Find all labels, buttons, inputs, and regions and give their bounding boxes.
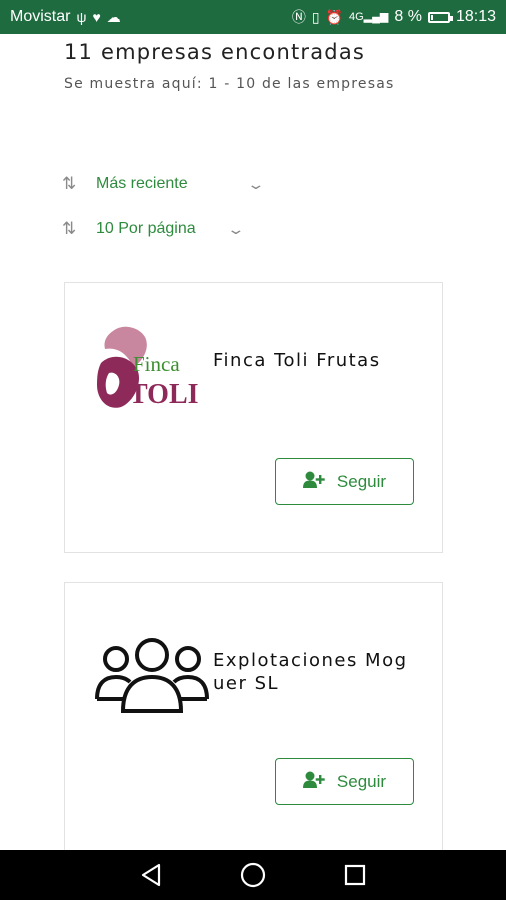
signal-icon: 4G▂▄▆	[348, 10, 389, 23]
company-card[interactable]: Explotaciones Moguer SL Seguir	[64, 582, 443, 850]
results-subtitle: Se muestra aquí: 1 - 10 de las empresas	[64, 76, 395, 92]
recents-button[interactable]	[335, 855, 375, 895]
per-page-dropdown[interactable]: ⇅ 10 Por página ⌄	[62, 219, 246, 239]
status-right: Ⓝ ▯ ⏰ 4G▂▄▆ 8 % 18:13	[292, 8, 496, 26]
home-icon	[240, 862, 266, 888]
sort-icon: ⇅	[62, 174, 77, 193]
follow-label: Seguir	[336, 471, 387, 491]
back-button[interactable]	[131, 855, 171, 895]
home-button[interactable]	[233, 855, 273, 895]
network-type: 4G	[348, 10, 364, 23]
add-user-icon	[302, 471, 325, 492]
company-name[interactable]: Explotaciones Moguer SL	[213, 649, 413, 695]
battery-percent: 8 %	[394, 8, 422, 25]
chevron-down-icon: ⌄	[246, 175, 266, 192]
finca-toli-logo: Finca TOLI	[93, 323, 211, 419]
follow-button[interactable]: Seguir	[275, 458, 414, 505]
status-bar: Movistar ψ ♥ ☁ Ⓝ ▯ ⏰ 4G▂▄▆ 8 % 18:13	[0, 0, 506, 34]
back-icon	[141, 863, 161, 887]
vibrate-icon: ▯	[311, 9, 320, 25]
company-name[interactable]: Finca Toli Frutas	[213, 349, 413, 372]
alarm-icon: ⏰	[325, 9, 343, 25]
follow-button[interactable]: Seguir	[275, 758, 414, 805]
sort-icon: ⇅	[62, 219, 77, 238]
per-page-label: 10 Por página	[96, 220, 196, 237]
clock: 18:13	[455, 8, 496, 25]
chevron-down-icon: ⌄	[226, 220, 246, 237]
sort-dropdown[interactable]: ⇅ Más reciente ⌄	[62, 174, 266, 194]
status-left: Movistar ψ ♥ ☁	[10, 8, 121, 26]
logo-text-bottom: TOLI	[129, 379, 199, 410]
add-user-icon	[302, 771, 325, 792]
battery-icon	[427, 11, 453, 23]
follow-label: Seguir	[336, 771, 387, 791]
results-title: 11 empresas encontradas	[64, 40, 366, 64]
usb-icon: ψ	[76, 9, 87, 25]
group-placeholder-icon	[93, 635, 211, 715]
company-card[interactable]: Finca TOLI Finca Toli Frutas Seguir	[64, 282, 443, 553]
nfc-icon: Ⓝ	[291, 9, 306, 25]
carrier-label: Movistar	[10, 8, 71, 25]
main-content: 11 empresas encontradas Se muestra aquí:…	[0, 34, 506, 850]
sort-label: Más reciente	[96, 175, 188, 192]
logo-text-top: Finca	[133, 352, 180, 376]
heart-monitor-icon: ♥	[92, 9, 101, 25]
cloud-icon: ☁	[106, 9, 121, 25]
navigation-bar	[0, 850, 506, 900]
recents-icon	[344, 864, 366, 886]
